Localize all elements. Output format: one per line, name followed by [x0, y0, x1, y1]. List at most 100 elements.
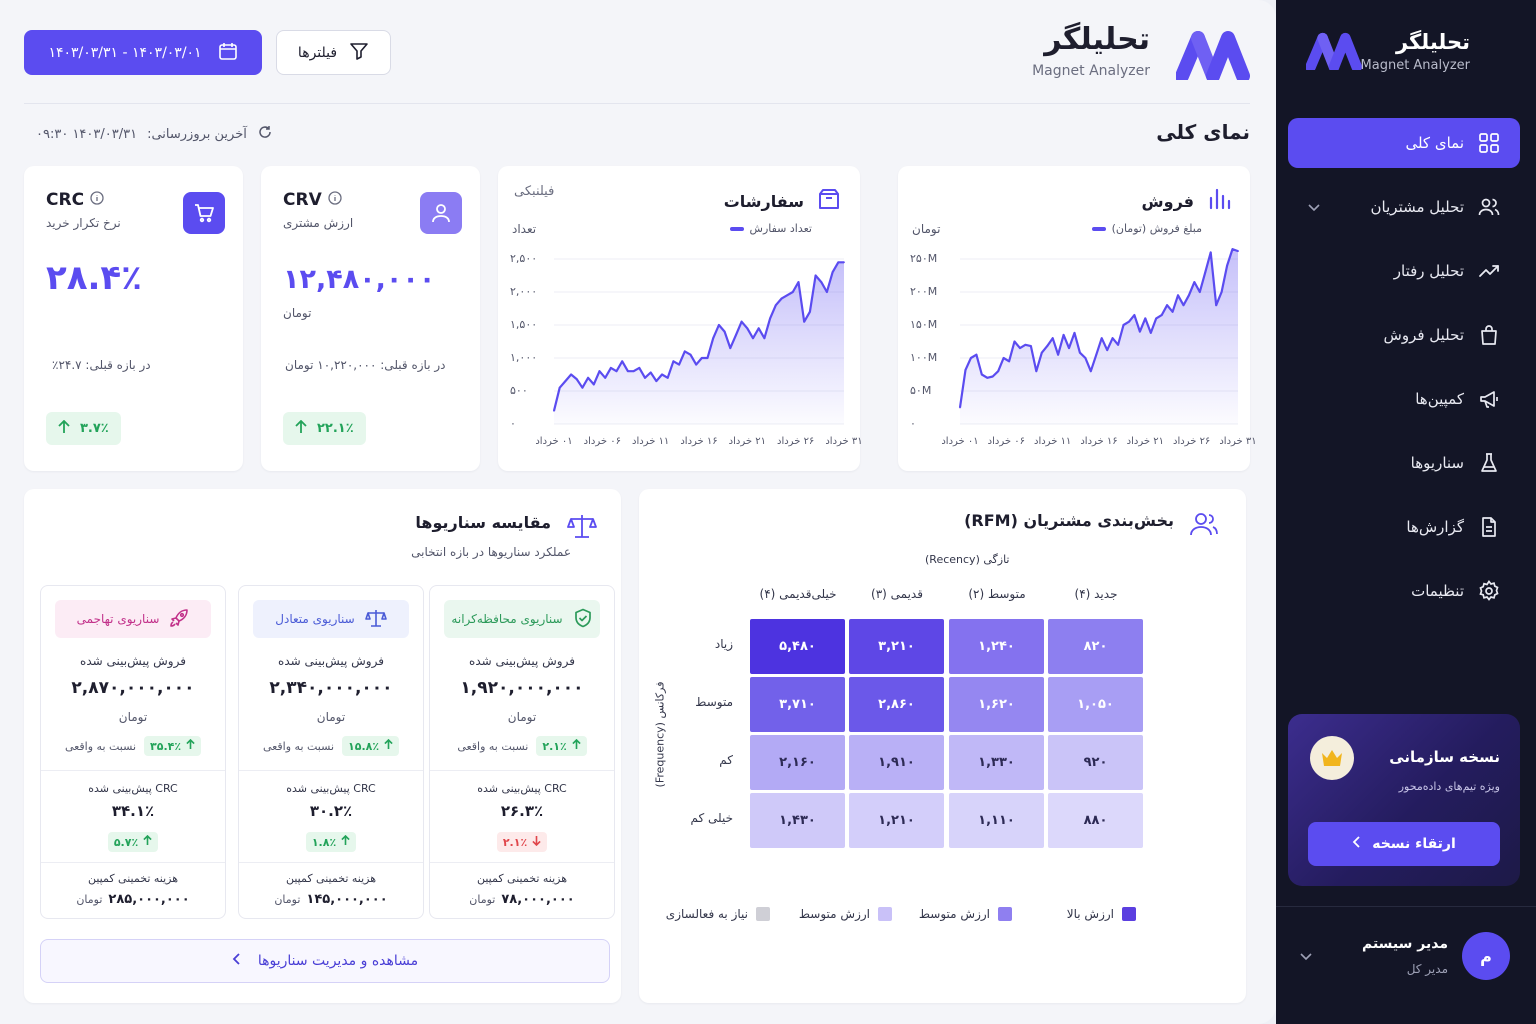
rfm-cell[interactable]: ۲,۸۶۰ — [849, 677, 944, 732]
data-point — [723, 330, 726, 333]
rfm-row-header: خیلی کم — [690, 811, 733, 825]
data-point — [1226, 264, 1228, 267]
balance-icon — [364, 608, 387, 631]
crc-change-chip: ۱.۸٪ — [305, 832, 357, 852]
data-point — [791, 291, 794, 293]
data-point — [1155, 317, 1158, 320]
data-point — [797, 281, 800, 283]
rfm-cell[interactable]: ۱,۳۳۰ — [949, 735, 1044, 790]
avatar[interactable]: م — [1462, 932, 1510, 980]
manage-scenarios-button[interactable]: مشاهده و مدیریت سناریوها — [40, 939, 610, 983]
x-tick-label: ۱۱ خرداد — [1034, 436, 1072, 447]
rfm-cell[interactable]: ۲,۱۶۰ — [750, 735, 845, 790]
sidebar-item-6[interactable]: گزارش‌ها — [1288, 502, 1520, 552]
data-point — [1193, 281, 1196, 283]
predicted-label: فروش پیش‌بینی شده — [469, 654, 575, 668]
relative-change: ۱۵.۸٪ — [348, 739, 380, 753]
sidebar-item-4[interactable]: کمپین‌ها — [1288, 374, 1520, 424]
y-tick-label: ۵۰M — [910, 384, 932, 397]
sidebar-item-label: کمپین‌ها — [1415, 390, 1464, 408]
rfm-cell[interactable]: ۳,۷۱۰ — [750, 677, 845, 732]
x-tick-label: ۲۱ خرداد — [728, 436, 766, 447]
data-point — [1144, 317, 1147, 320]
y-tick-label: ۵۰۰ — [510, 384, 528, 397]
rfm-cell[interactable]: ۹۲۰ — [1048, 735, 1143, 790]
data-point — [644, 376, 646, 379]
data-point — [780, 297, 783, 300]
data-point — [729, 347, 732, 349]
data-point — [1166, 304, 1169, 307]
rfm-cell[interactable]: ۱,۴۳۰ — [750, 793, 845, 848]
kpi-value: ۲۸.۴٪ — [46, 258, 142, 298]
rfm-cell[interactable]: ۱,۶۲۰ — [949, 677, 1044, 732]
sidebar-item-3[interactable]: تحلیل فروش — [1288, 310, 1520, 360]
cost-unit: تومان — [76, 893, 103, 906]
divider — [41, 862, 225, 863]
relative-change-chip: ۲.۱٪ — [536, 736, 587, 756]
rfm-row-header: متوسط — [695, 695, 733, 709]
rfm-cell[interactable]: ۱,۹۱۰ — [849, 735, 944, 790]
flask-icon — [1478, 452, 1500, 474]
data-point — [1079, 351, 1081, 354]
data-point — [700, 357, 703, 359]
rfm-cell[interactable]: ۱,۲۱۰ — [849, 793, 944, 848]
rfm-cell[interactable]: ۱,۲۴۰ — [949, 619, 1044, 674]
rfm-cell[interactable]: ۳,۲۱۰ — [849, 619, 944, 674]
upgrade-button[interactable]: ارتقاء نسخه — [1308, 822, 1500, 866]
rfm-cell[interactable]: ۵,۴۸۰ — [750, 619, 845, 674]
data-point — [1111, 337, 1114, 340]
filters-button[interactable]: فیلترها — [276, 30, 391, 75]
y-tick-label: ۰ — [910, 417, 916, 430]
sidebar-brand: تحلیلگر Magnet Analyzer — [1361, 30, 1470, 73]
crc-value: ۲۶.۳٪ — [500, 802, 544, 820]
chevron-down-icon[interactable] — [1300, 946, 1312, 965]
scenario-column[interactable]: سناریوی محافظه‌کرانه فروش پیش‌بینی شده ۱,۹… — [429, 585, 615, 919]
relative-change: ۳۵.۴٪ — [150, 739, 182, 753]
divider — [430, 862, 614, 863]
relative-row: ۳۵.۴٪ نسبت به واقعی — [41, 736, 225, 756]
data-point — [1122, 324, 1125, 326]
sidebar-item-0[interactable]: نمای کلی — [1288, 118, 1520, 168]
scenario-name: سناریوی محافظه‌کرانه — [451, 612, 563, 626]
data-point — [740, 320, 743, 323]
scenario-column[interactable]: سناریوی متعادل فروش پیش‌بینی شده ۲,۳۴۰,۰۰۰… — [238, 585, 424, 919]
data-point — [627, 370, 629, 373]
rfm-cell[interactable]: ۸۲۰ — [1048, 619, 1143, 674]
user-menu[interactable]: م مدیر سیستم مدیر کل — [1288, 930, 1520, 982]
data-point — [592, 383, 595, 386]
refresh-icon[interactable] — [257, 124, 273, 144]
rfm-cell[interactable]: ۱,۱۱۰ — [949, 793, 1044, 848]
info-icon[interactable] — [328, 190, 342, 210]
date-range-button[interactable]: ۱۴۰۳/۰۳/۰۱ - ۱۴۰۳/۰۳/۳۱ — [24, 30, 262, 75]
data-point — [997, 370, 1000, 373]
kpi-change-badge: ۳.۷٪ — [46, 412, 121, 445]
x-tick-label: ۱۱ خرداد — [632, 436, 670, 447]
x-tick-label: ۳۱ خرداد — [1219, 436, 1257, 447]
data-point — [1013, 340, 1016, 343]
divider — [239, 770, 423, 771]
legend-swatch — [1122, 907, 1136, 921]
kpi-previous: در بازه قبلی: ۲۴.۷٪ — [52, 358, 151, 372]
kpi-subtitle: ارزش مشتری — [283, 216, 354, 230]
grid-icon — [1478, 132, 1500, 154]
kpi-code-text: CRC — [46, 190, 85, 210]
rfm-column-header: جدید (۴) — [1074, 587, 1118, 601]
sidebar-item-1[interactable]: تحلیل مشتریان — [1288, 182, 1520, 232]
data-point — [712, 337, 715, 340]
scenario-column[interactable]: سناریوی تهاجمی فروش پیش‌بینی شده ۲,۸۷۰,۰۰۰… — [40, 585, 226, 919]
balance-icon — [567, 513, 597, 543]
cost-unit: تومان — [469, 893, 496, 906]
info-icon[interactable] — [90, 190, 104, 210]
sidebar-item-2[interactable]: تحلیل رفتار — [1288, 246, 1520, 296]
data-point — [604, 376, 607, 379]
data-point — [735, 334, 737, 336]
sidebar-item-5[interactable]: سناریوها — [1288, 438, 1520, 488]
data-point — [1095, 353, 1098, 356]
data-point — [609, 367, 612, 369]
sidebar-item-7[interactable]: تنظیمات — [1288, 566, 1520, 616]
rfm-cell[interactable]: ۸۸۰ — [1048, 793, 1143, 848]
data-point — [1084, 357, 1087, 359]
data-point — [558, 386, 561, 389]
arrow-up-icon — [143, 834, 152, 849]
rfm-cell[interactable]: ۱,۰۵۰ — [1048, 677, 1143, 732]
